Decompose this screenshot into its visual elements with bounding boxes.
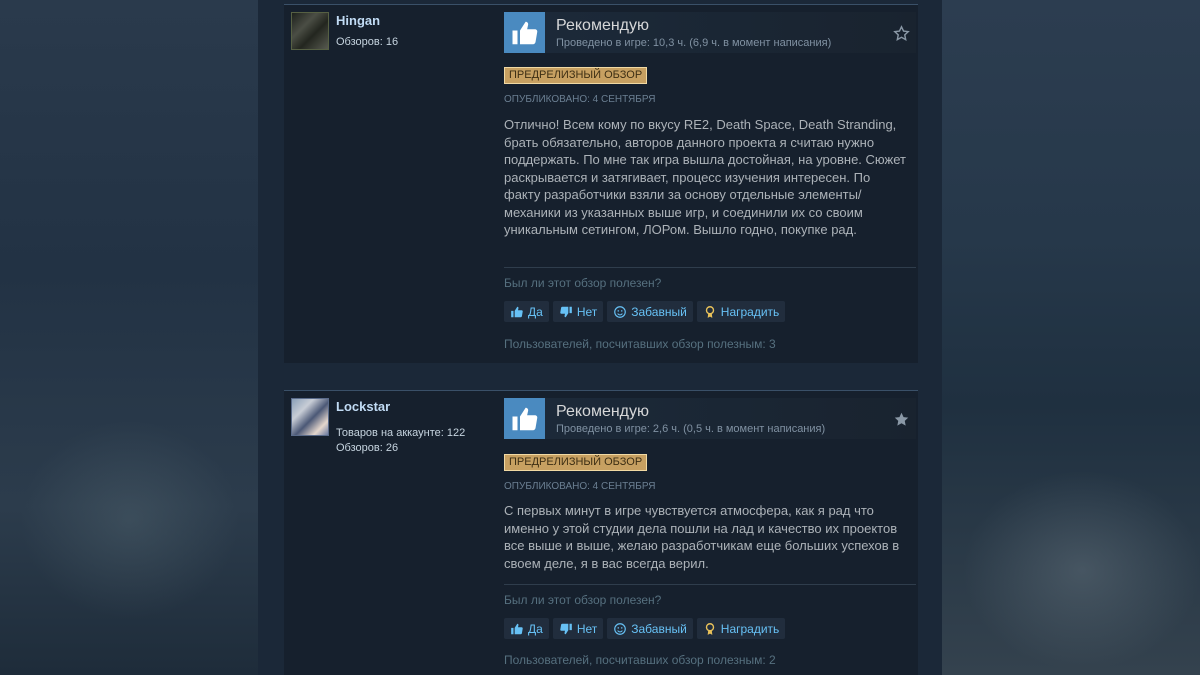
- award-label: Наградить: [720, 304, 780, 319]
- star-filled-icon[interactable]: [892, 410, 910, 428]
- vote-yes-button[interactable]: Да: [504, 301, 549, 322]
- smiley-icon: [613, 622, 627, 636]
- avatar[interactable]: [291, 398, 329, 436]
- thumbs-up-icon: [504, 12, 545, 53]
- author-products-count[interactable]: Товаров на аккаунте: 122: [336, 427, 465, 439]
- review-verdict[interactable]: Рекомендую: [556, 403, 649, 421]
- thumbs-up-icon: [504, 398, 545, 439]
- vote-buttons: Да Нет Забавный Наградить: [504, 618, 786, 639]
- vote-funny-label: Забавный: [631, 621, 687, 636]
- background-left-artwork: [0, 0, 258, 675]
- author-reviews-count[interactable]: Обзоров: 16: [336, 36, 398, 48]
- vote-funny-label: Забавный: [631, 304, 687, 319]
- vote-buttons: Да Нет Забавный Наградить: [504, 301, 786, 322]
- review-text: С первых минут в игре чувствуется атмосф…: [504, 503, 900, 571]
- background-right-artwork: [942, 0, 1200, 675]
- review-card: Lockstar Товаров на аккаунте: 122 Обзоро…: [284, 390, 918, 675]
- thumbs-up-icon: [510, 622, 524, 636]
- vote-funny-button[interactable]: Забавный: [607, 301, 693, 322]
- vote-no-label: Нет: [576, 621, 598, 636]
- vote-no-button[interactable]: Нет: [552, 618, 604, 639]
- vote-header[interactable]: Рекомендую Проведено в игре: 10,3 ч. (6,…: [504, 12, 916, 53]
- award-medal-icon: [703, 622, 717, 636]
- review-text: Отлично! Всем кому по вкусу RE2, Death S…: [504, 117, 906, 237]
- thumbs-up-icon: [510, 305, 524, 319]
- avatar[interactable]: [291, 12, 329, 50]
- helpful-count: Пользователей, посчитавших обзор полезны…: [504, 653, 776, 667]
- posted-date: ОПУБЛИКОВАНО: 4 СЕНТЯБРЯ: [504, 94, 656, 105]
- posted-date: ОПУБЛИКОВАНО: 4 СЕНТЯБРЯ: [504, 481, 656, 492]
- award-medal-icon: [703, 305, 717, 319]
- hours-played: Проведено в игре: 10,3 ч. (6,9 ч. в моме…: [556, 37, 832, 49]
- vote-yes-button[interactable]: Да: [504, 618, 549, 639]
- author-reviews-count[interactable]: Обзоров: 26: [336, 442, 398, 454]
- hours-played: Проведено в игре: 2,6 ч. (0,5 ч. в момен…: [556, 423, 826, 435]
- vote-yes-label: Да: [528, 621, 543, 636]
- smiley-icon: [613, 305, 627, 319]
- thumbs-down-icon: [559, 622, 573, 636]
- helpful-question: Был ли этот обзор полезен?: [504, 276, 662, 290]
- award-button[interactable]: Наградить: [696, 301, 786, 322]
- vote-no-button[interactable]: Нет: [552, 301, 604, 322]
- early-access-badge: ПРЕДРЕЛИЗНЫЙ ОБЗОР: [504, 454, 648, 471]
- vote-funny-button[interactable]: Забавный: [607, 618, 693, 639]
- helpful-question: Был ли этот обзор полезен?: [504, 593, 662, 607]
- vote-header[interactable]: Рекомендую Проведено в игре: 2,6 ч. (0,5…: [504, 398, 916, 439]
- review-verdict[interactable]: Рекомендую: [556, 17, 649, 35]
- vote-yes-label: Да: [528, 304, 543, 319]
- thumbs-down-icon: [559, 305, 573, 319]
- star-outline-icon[interactable]: [892, 24, 910, 42]
- award-button[interactable]: Наградить: [696, 618, 786, 639]
- helpful-count: Пользователей, посчитавших обзор полезны…: [504, 337, 776, 351]
- early-access-badge: ПРЕДРЕЛИЗНЫЙ ОБЗОР: [504, 67, 648, 84]
- divider: [504, 267, 916, 268]
- divider: [504, 584, 916, 585]
- vote-no-label: Нет: [576, 304, 598, 319]
- review-card: Hingan Обзоров: 16 Рекомендую Проведено …: [284, 4, 918, 363]
- award-label: Наградить: [720, 621, 780, 636]
- author-name[interactable]: Hingan: [336, 13, 380, 28]
- author-name[interactable]: Lockstar: [336, 399, 390, 414]
